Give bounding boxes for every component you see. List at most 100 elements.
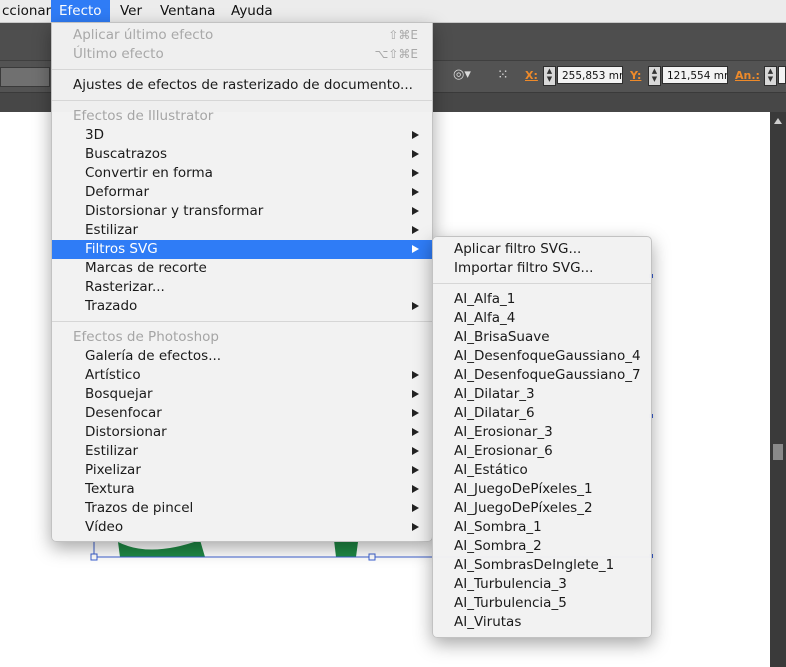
transform-options-icon[interactable]: ◎▾ — [453, 67, 471, 82]
menu-bar: ccionar Efecto Ver Ventana Ayuda — [0, 0, 786, 23]
control-field[interactable] — [0, 67, 50, 87]
menubar-ventana[interactable]: Ventana — [152, 0, 223, 22]
menu-item-pixelizar[interactable]: Pixelizar — [52, 461, 432, 480]
svg-filter-item[interactable]: AI_Alfa_1 — [433, 290, 651, 309]
svg-filter-item[interactable]: AI_Alfa_4 — [433, 309, 651, 328]
menu-item-desenfocar[interactable]: Desenfocar — [52, 404, 432, 423]
svg-filter-item[interactable]: AI_DesenfoqueGaussiano_7 — [433, 366, 651, 385]
artwork-shape-right[interactable] — [334, 540, 358, 557]
menu-item-label: Aplicar filtro SVG... — [454, 241, 582, 257]
submenu-arrow-icon — [412, 226, 419, 234]
filtros-svg-submenu: Aplicar filtro SVG... Importar filtro SV… — [432, 236, 652, 638]
menubar-ayuda[interactable]: Ayuda — [223, 0, 281, 22]
menu-item-artistico[interactable]: Artístico — [52, 366, 432, 385]
svg-filter-label: AI_Sombra_2 — [454, 538, 542, 554]
menu-item-estilizar-illustrator[interactable]: Estilizar — [52, 221, 432, 240]
menu-item-filtros-svg[interactable]: Filtros SVG — [52, 240, 432, 259]
artwork-shape-left[interactable] — [118, 540, 205, 557]
svg-filter-label: AI_Dilatar_6 — [454, 405, 535, 421]
menu-item-trazos-de-pincel[interactable]: Trazos de pincel — [52, 499, 432, 518]
svg-filter-item[interactable]: AI_Estático — [433, 461, 651, 480]
menu-item-raster-settings[interactable]: Ajustes de efectos de rasterizado de doc… — [52, 76, 432, 95]
menu-item-label: Trazado — [85, 298, 138, 314]
menu-item-label: Distorsionar y transformar — [85, 203, 264, 219]
svg-filter-item[interactable]: AI_Turbulencia_5 — [433, 594, 651, 613]
menu-item-label: Vídeo — [85, 519, 124, 535]
x-stepper[interactable]: ▲ ▼ — [543, 66, 556, 86]
menu-item-distorsionar[interactable]: Distorsionar — [52, 423, 432, 442]
submenu-arrow-icon — [412, 466, 419, 474]
menu-item-estilizar-photoshop[interactable]: Estilizar — [52, 442, 432, 461]
svg-filter-label: AI_BrisaSuave — [454, 329, 550, 345]
menu-item-marcas-de-recorte[interactable]: Marcas de recorte — [52, 259, 432, 278]
svg-filter-label: AI_DesenfoqueGaussiano_4 — [454, 348, 641, 364]
y-label: Y: — [630, 69, 642, 82]
y-stepper[interactable]: ▲ ▼ — [648, 66, 661, 86]
menu-item-textura[interactable]: Textura — [52, 480, 432, 499]
menubar-efecto[interactable]: Efecto — [51, 0, 110, 22]
svg-filter-item[interactable]: AI_BrisaSuave — [433, 328, 651, 347]
shortcut-apply-last: ⇧⌘E — [388, 28, 418, 42]
menubar-ver[interactable]: Ver — [112, 0, 150, 22]
menu-item-trazado[interactable]: Trazado — [52, 297, 432, 316]
svg-filter-item[interactable]: AI_Virutas — [433, 613, 651, 632]
svg-filter-item[interactable]: AI_Sombra_1 — [433, 518, 651, 537]
menu-item-importar-filtro-svg[interactable]: Importar filtro SVG... — [433, 259, 651, 278]
submenu-arrow-icon — [412, 245, 419, 253]
menu-separator — [52, 100, 432, 101]
svg-filter-item[interactable]: AI_Dilatar_6 — [433, 404, 651, 423]
width-stepper[interactable]: ▲ ▼ — [764, 66, 777, 86]
menu-item-rasterizar[interactable]: Rasterizar... — [52, 278, 432, 297]
svg-filter-label: AI_JuegoDePíxeles_2 — [454, 500, 593, 516]
menu-item-label: Artístico — [85, 367, 141, 383]
svg-filter-label: AI_Estático — [454, 462, 528, 478]
y-field[interactable]: 121,554 mr — [662, 66, 728, 84]
svg-filter-item[interactable]: AI_DesenfoqueGaussiano_4 — [433, 347, 651, 366]
menu-item-apply-last-effect: Aplicar último efecto ⇧⌘E — [52, 26, 432, 45]
svg-filter-item[interactable]: AI_Erosionar_6 — [433, 442, 651, 461]
selection-handle[interactable] — [368, 553, 376, 561]
menu-item-distorsionar-y-transformar[interactable]: Distorsionar y transformar — [52, 202, 432, 221]
width-field[interactable] — [778, 66, 786, 84]
svg-filter-item[interactable]: AI_Sombra_2 — [433, 537, 651, 556]
submenu-arrow-icon — [412, 485, 419, 493]
svg-filter-label: AI_DesenfoqueGaussiano_7 — [454, 367, 641, 383]
svg-filter-label: AI_Virutas — [454, 614, 522, 630]
efecto-menu: Aplicar último efecto ⇧⌘E Último efecto … — [51, 22, 433, 542]
vertical-scrollbar[interactable] — [770, 112, 786, 667]
submenu-arrow-icon — [412, 302, 419, 310]
submenu-arrow-icon — [412, 390, 419, 398]
shortcut-last-effect: ⌥⇧⌘E — [374, 47, 418, 61]
x-field[interactable]: 255,853 mr — [557, 66, 623, 84]
svg-filter-item[interactable]: AI_SombrasDeInglete_1 — [433, 556, 651, 575]
svg-filter-item[interactable]: AI_Dilatar_3 — [433, 385, 651, 404]
menu-item-deformar[interactable]: Deformar — [52, 183, 432, 202]
scroll-up-arrow-icon[interactable] — [774, 118, 782, 124]
menu-item-convertir-en-forma[interactable]: Convertir en forma — [52, 164, 432, 183]
scrollbar-thumb[interactable] — [773, 444, 783, 460]
reference-point-icon[interactable]: ⁙ — [497, 67, 509, 83]
menu-item-label: Convertir en forma — [85, 165, 213, 181]
section-photoshop-effects: Efectos de Photoshop — [52, 328, 432, 347]
section-illustrator-effects: Efectos de Illustrator — [52, 107, 432, 126]
svg-filter-label: AI_Sombra_1 — [454, 519, 542, 535]
section-header-label: Efectos de Photoshop — [73, 329, 219, 345]
menu-item-label: Galería de efectos... — [85, 348, 222, 364]
menu-item-aplicar-filtro-svg[interactable]: Aplicar filtro SVG... — [433, 240, 651, 259]
menu-item-buscatrazos[interactable]: Buscatrazos — [52, 145, 432, 164]
menu-item-label: Ajustes de efectos de rasterizado de doc… — [73, 77, 413, 93]
submenu-arrow-icon — [412, 447, 419, 455]
menu-item-label: Bosquejar — [85, 386, 153, 402]
svg-filter-item[interactable]: AI_Turbulencia_3 — [433, 575, 651, 594]
menu-item-bosquejar[interactable]: Bosquejar — [52, 385, 432, 404]
submenu-arrow-icon — [412, 188, 419, 196]
svg-filter-label: AI_Erosionar_6 — [454, 443, 553, 459]
menu-separator — [52, 69, 432, 70]
selection-handle[interactable] — [90, 553, 98, 561]
svg-filter-item[interactable]: AI_JuegoDePíxeles_1 — [433, 480, 651, 499]
menu-item-video[interactable]: Vídeo — [52, 518, 432, 537]
menu-item-3d[interactable]: 3D — [52, 126, 432, 145]
svg-filter-item[interactable]: AI_Erosionar_3 — [433, 423, 651, 442]
menu-item-galeria-de-efectos[interactable]: Galería de efectos... — [52, 347, 432, 366]
svg-filter-item[interactable]: AI_JuegoDePíxeles_2 — [433, 499, 651, 518]
